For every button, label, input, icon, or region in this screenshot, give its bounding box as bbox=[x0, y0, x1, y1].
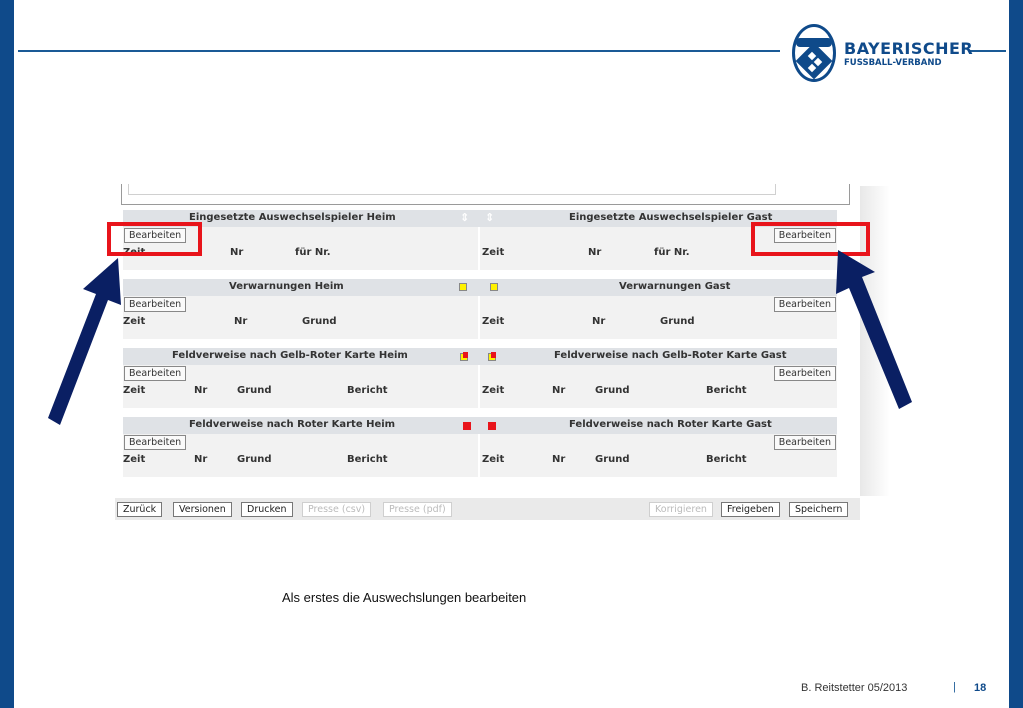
slide-caption: Als erstes die Auswechslungen bearbeiten bbox=[282, 590, 527, 605]
arrow-icon-right bbox=[836, 250, 912, 409]
footer-author: B. Reitstetter 05/2013 bbox=[801, 682, 908, 694]
page-number: 18 bbox=[974, 682, 987, 694]
footer-separator: | bbox=[953, 681, 956, 693]
arrow-icon-left bbox=[48, 258, 121, 425]
